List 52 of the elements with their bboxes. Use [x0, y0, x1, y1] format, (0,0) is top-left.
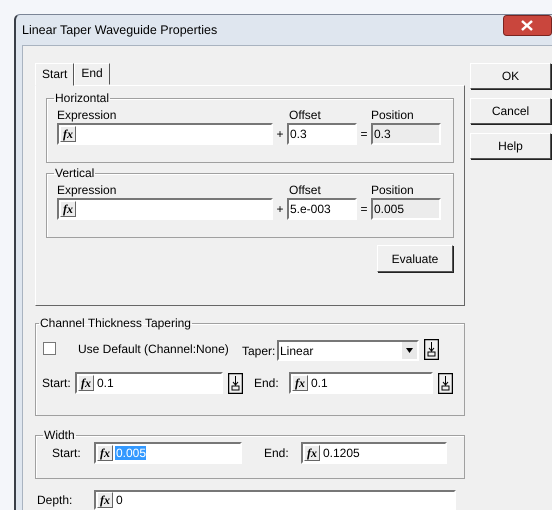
- field-label: End:: [264, 446, 290, 460]
- input-field[interactable]: 5.e-003: [287, 198, 357, 220]
- arrow-to-box-icon[interactable]: [424, 339, 439, 360]
- input-field[interactable]: fx 0: [94, 490, 456, 510]
- tab[interactable]: End: [74, 63, 110, 85]
- field-label: Start:: [52, 446, 82, 460]
- input-field[interactable]: fx 0.1: [75, 372, 223, 394]
- group-title: Channel Thickness Tapering: [39, 316, 192, 330]
- operator: +: [275, 202, 284, 216]
- operator: +: [275, 127, 284, 141]
- field-label: Taper:: [242, 344, 276, 358]
- column-label: Position: [371, 108, 414, 122]
- function-button[interactable]: fx: [292, 375, 308, 391]
- arrow-to-box-icon[interactable]: [438, 372, 453, 394]
- dialog-button[interactable]: Cancel: [470, 98, 551, 124]
- function-button[interactable]: fx: [97, 492, 113, 508]
- group-title: Width: [43, 428, 76, 442]
- function-button[interactable]: fx: [60, 201, 76, 217]
- function-button[interactable]: fx: [304, 445, 320, 461]
- dropdown[interactable]: Linear: [277, 340, 419, 361]
- evaluate-button[interactable]: Evaluate: [377, 245, 453, 272]
- input-field[interactable]: fx: [57, 123, 273, 145]
- function-button[interactable]: fx: [78, 375, 94, 391]
- field-label: Depth:: [37, 493, 74, 507]
- checkbox-label: Use Default (Channel:None): [78, 342, 230, 356]
- input-field[interactable]: fx: [57, 198, 273, 220]
- checkbox[interactable]: [43, 342, 56, 355]
- column-label: Expression: [57, 108, 118, 122]
- input-field[interactable]: fx 0.1: [289, 372, 433, 394]
- tab[interactable]: Start: [35, 63, 74, 86]
- group-title: Horizontal: [54, 91, 110, 105]
- input-field[interactable]: 0.3: [287, 123, 357, 145]
- function-button[interactable]: fx: [60, 126, 76, 142]
- input-field[interactable]: fx 0.005: [94, 442, 242, 464]
- column-label: Offset: [289, 183, 322, 197]
- input-field[interactable]: fx 0.1205: [301, 442, 447, 464]
- field-label: End:: [254, 376, 280, 390]
- dialog-button[interactable]: Help: [470, 133, 551, 159]
- dialog-button[interactable]: OK: [470, 63, 551, 89]
- column-label: Offset: [289, 108, 322, 122]
- input-field: 0.3: [371, 123, 441, 145]
- arrow-to-box-icon[interactable]: [228, 372, 243, 394]
- window-title: Linear Taper Waveguide Properties: [22, 23, 218, 37]
- operator: =: [359, 202, 368, 216]
- close-icon[interactable]: [503, 15, 552, 36]
- operator: =: [359, 127, 368, 141]
- field-label: Start:: [42, 376, 72, 390]
- column-label: Position: [371, 183, 414, 197]
- group-title: Vertical: [54, 166, 96, 180]
- function-button[interactable]: fx: [97, 445, 113, 461]
- column-label: Expression: [57, 183, 118, 197]
- input-field: 0.005: [371, 198, 441, 220]
